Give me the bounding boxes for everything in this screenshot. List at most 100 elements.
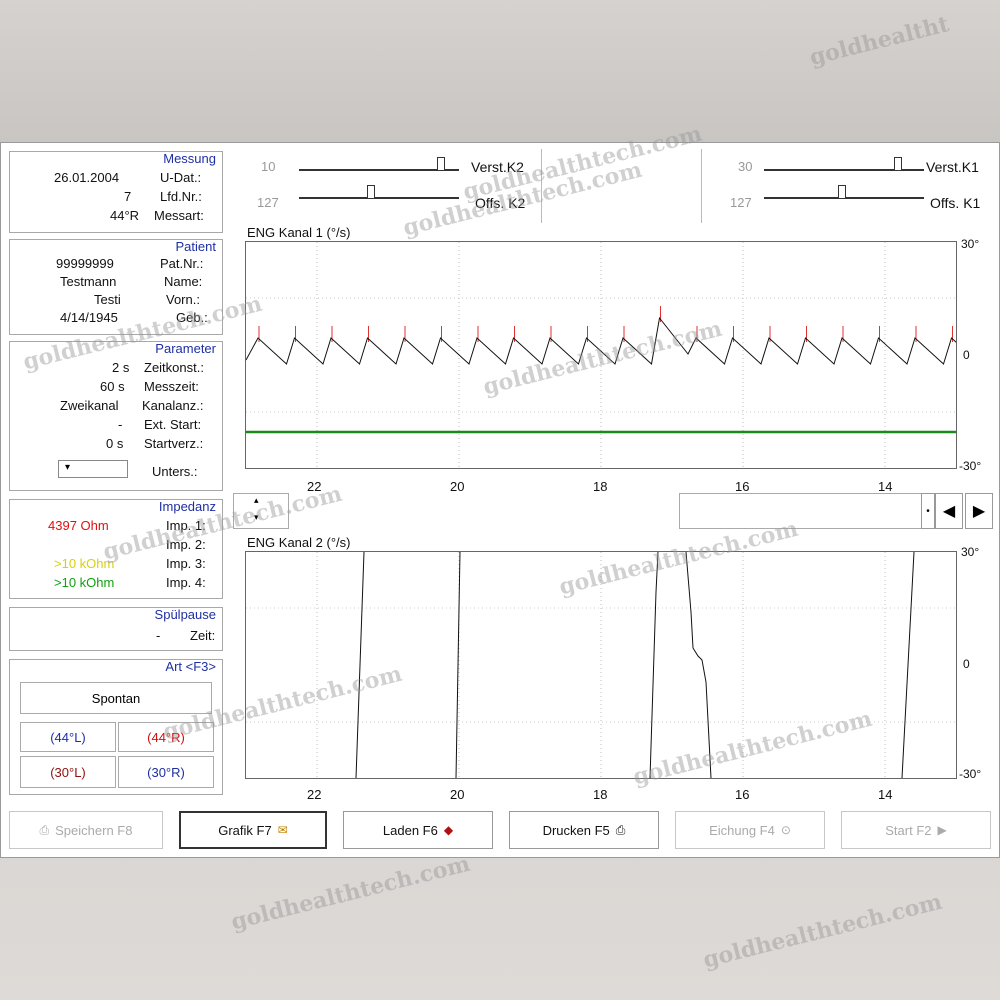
chart2-trace-c — [649, 552, 712, 778]
spin-down-icon[interactable]: ▾ — [254, 512, 259, 523]
print-icon: ⎙ — [615, 822, 626, 837]
chart1-xtick: 20 — [450, 479, 465, 494]
44r-button[interactable]: (44°R) — [118, 722, 214, 752]
start-label: Start F2 — [885, 822, 932, 838]
chart2-xtick: 20 — [450, 787, 465, 802]
spontan-button[interactable]: Spontan — [20, 682, 212, 714]
lfd-nr-label: Lfd.Nr.: — [160, 189, 202, 204]
chart1-ytick-mid: 0 — [963, 348, 970, 362]
slider-panel-k1: 30 Verst.K1 127 Offs. K1 — [701, 149, 998, 223]
messart-label: Messart: — [154, 208, 204, 223]
patient-group: Patient 99999999 Pat.Nr.: Testmann Name:… — [9, 239, 223, 335]
messzeit-label: Messzeit: — [144, 379, 199, 394]
chart2-ytick-top: 30° — [961, 545, 980, 559]
laden-label: Laden F6 — [382, 822, 438, 838]
chart2-title: ENG Kanal 2 (°/s) — [247, 535, 351, 550]
chart2-grid — [246, 552, 956, 778]
30l-button[interactable]: (30°L) — [20, 756, 116, 788]
offs-k1-value: 127 — [730, 195, 752, 210]
watermark-text: goldhealtht — [806, 11, 952, 71]
play-icon: ▶ — [937, 823, 947, 837]
eng-application-window: 10 Verst.K2 127 Offs. K2 30 Verst.K1 127… — [0, 142, 1000, 858]
chart2-xtick: 22 — [307, 787, 322, 802]
verst-k1-value: 30 — [738, 159, 753, 174]
chart1-title: ENG Kanal 1 (°/s) — [247, 225, 351, 240]
offs-k1-slider-thumb[interactable] — [838, 185, 846, 198]
chevron-down-icon: ▾ — [65, 462, 71, 473]
44l-button[interactable]: (44°L) — [20, 722, 116, 752]
verst-k2-label: Verst.K2 — [471, 159, 524, 175]
slider-panel-k2: 10 Verst.K2 127 Offs. K2 — [231, 149, 542, 223]
geb-label: Geb.: — [176, 310, 208, 325]
scroll-track[interactable] — [679, 493, 923, 529]
messung-title: Messung — [163, 151, 216, 166]
verst-k1-label: Verst.K1 — [926, 159, 979, 175]
spin-control[interactable]: ▴ ▾ — [233, 493, 289, 529]
parameter-title: Parameter — [155, 341, 216, 356]
ext-start-label: Ext. Start: — [144, 417, 202, 432]
chart1-ytick-bottom: -30° — [959, 459, 982, 473]
offs-k1-label: Offs. K1 — [930, 195, 981, 211]
eichung-label: Eichung F4 — [709, 822, 775, 838]
art-group: Art <F3> Spontan (44°L) (44°R) (30°L) (3… — [9, 659, 223, 795]
laden-button[interactable]: Laden F6 ◆ — [343, 811, 493, 849]
kanalanz-value: Zweikanal — [60, 398, 119, 413]
unters-dropdown[interactable]: ▾ — [58, 460, 128, 478]
imp4-value: >10 kOhm — [54, 575, 115, 590]
chart2-ytick-mid: 0 — [963, 657, 970, 671]
chart2-xtick: 18 — [593, 787, 608, 802]
chart1-svg — [246, 242, 956, 468]
scroll-left-icon[interactable]: ◀ — [935, 493, 963, 529]
chart1-xtick: 18 — [593, 479, 608, 494]
30r-button[interactable]: (30°R) — [118, 756, 214, 788]
impedanz-title: Impedanz — [158, 499, 216, 514]
scroll-right-icon[interactable]: ▶ — [965, 493, 993, 529]
speichern-button[interactable]: ⎙ Speichern F8 — [9, 811, 163, 849]
drucken-button[interactable]: Drucken F5 ⎙ — [509, 811, 659, 849]
zeitkonst-value: 2 s — [112, 360, 130, 375]
spin-up-icon[interactable]: ▴ — [254, 495, 259, 506]
verst-k2-slider[interactable] — [299, 169, 459, 171]
chart1-trace — [246, 316, 956, 365]
calibrate-icon: ⊙ — [780, 823, 791, 837]
chart2-xtick: 14 — [878, 787, 893, 802]
pat-nr-value: 99999999 — [56, 256, 114, 271]
art-title: Art <F3> — [165, 659, 216, 674]
impedanz-group: Impedanz 4397 Ohm Imp. 1: Imp. 2: >10 kO… — [9, 499, 223, 599]
chart2-xtick: 16 — [735, 787, 750, 802]
load-icon: ◆ — [443, 823, 454, 837]
spuelpause-title: Spülpause — [154, 607, 216, 622]
startverz-value: 0 s — [106, 436, 124, 451]
imp1-label: Imp. 1: — [166, 518, 206, 533]
imp3-label: Imp. 3: — [166, 556, 206, 571]
offs-k2-slider[interactable] — [299, 197, 459, 199]
grafik-button[interactable]: Grafik F7 ✉ — [179, 811, 327, 849]
name-label: Name: — [164, 274, 203, 289]
eichung-button[interactable]: Eichung F4 ⊙ — [675, 811, 825, 849]
chart1-xtick: 16 — [735, 479, 750, 494]
startverz-label: Startverz.: — [144, 436, 204, 451]
speichern-label: Speichern F8 — [55, 822, 133, 838]
scroll-marker[interactable]: • — [921, 493, 935, 529]
parameter-group: Parameter 2 s Zeitkonst.: 60 s Messzeit:… — [9, 341, 223, 491]
vorn-label: Vorn.: — [166, 292, 200, 307]
verst-k2-value: 10 — [261, 159, 276, 174]
imp3-value: >10 kOhm — [54, 556, 115, 571]
u-dat-value: 26.01.2004 — [54, 170, 120, 185]
drucken-label: Drucken F5 — [542, 822, 610, 838]
kanalanz-label: Kanalanz.: — [142, 398, 204, 413]
verst-k1-slider-thumb[interactable] — [894, 157, 902, 170]
offs-k2-value: 127 — [257, 195, 279, 210]
patient-title: Patient — [175, 239, 216, 254]
messart-value: 44°R — [110, 208, 140, 223]
save-icon: ⎙ — [39, 822, 50, 837]
chart2-trace-d — [901, 552, 915, 778]
chart2-ytick-bottom: -30° — [959, 767, 982, 781]
chart1-xtick: 22 — [307, 479, 322, 494]
start-button[interactable]: Start F2 ▶ — [841, 811, 991, 849]
offs-k2-slider-thumb[interactable] — [367, 185, 375, 198]
verst-k2-slider-thumb[interactable] — [437, 157, 445, 170]
chart1-grid — [246, 242, 956, 468]
watermark-text: goldhealthtech.com — [228, 850, 473, 936]
u-dat-label: U-Dat.: — [160, 170, 202, 185]
